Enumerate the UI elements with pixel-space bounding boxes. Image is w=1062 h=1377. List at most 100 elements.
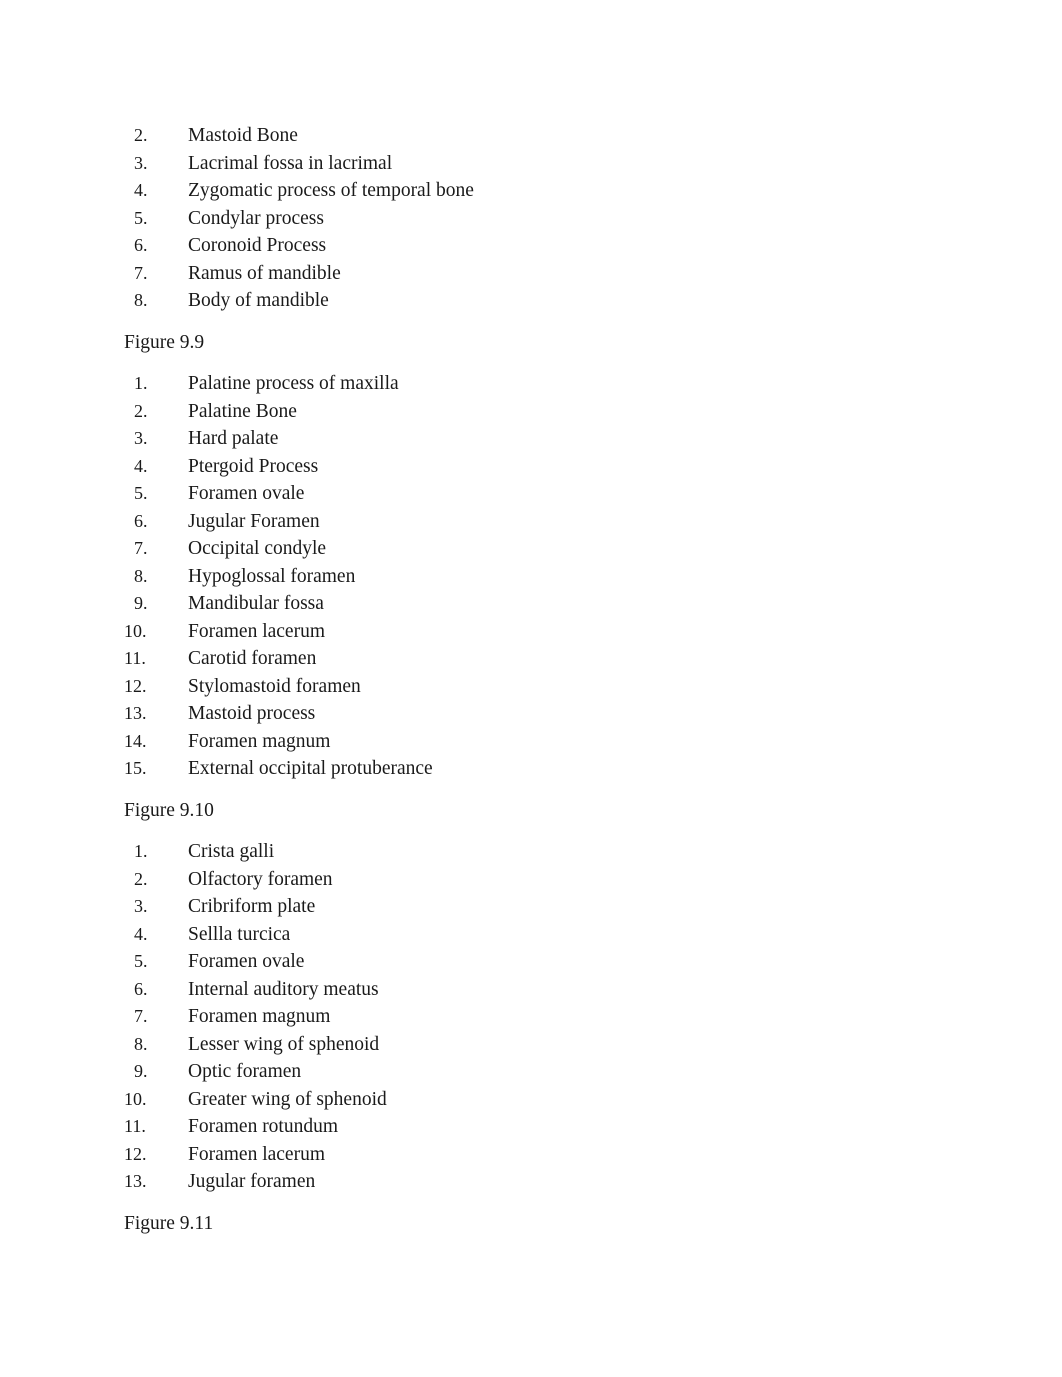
list-item-number: 7. [134,538,148,558]
list-item-number: 5. [134,951,148,971]
list-item-label: Mastoid Bone [188,125,298,146]
list-item-label: Ptergoid Process [188,455,319,477]
list-item: 10. Foramen lacerum [124,618,954,646]
list-item-label: Condylar process [188,207,324,229]
list-item-label: Palatine process of maxilla [188,373,399,394]
list-item-label: Crista galli [188,841,275,862]
list-item-label: Jugular foramen [188,1171,316,1192]
list-item: 7. Foramen magnum [124,1003,954,1031]
list-item-number: 7. [134,262,148,283]
list-item-number: 6. [134,510,148,531]
list-item-label: Foramen magnum [188,730,331,752]
list-item-number: 11. [124,648,146,668]
list-item-number: 6. [134,978,148,999]
list-item-label: Cribriform plate [188,896,316,917]
list-item: 8. Lesser wing of sphenoid [124,1031,954,1059]
list-item: 1. Crista galli [124,838,954,866]
list-item-number: 2. [134,868,148,889]
list-item-label: Greater wing of sphenoid [188,1088,387,1110]
list-item-number: 3. [134,896,148,916]
list-item-label: Stylomastoid foramen [188,675,361,697]
figure-9-9-label: Figure 9.9 [124,331,205,353]
list-item: 6. Internal auditory meatus [124,976,954,1004]
list-item: 10. Greater wing of sphenoid [124,1086,954,1114]
list-item-label: Olfactory foramen [188,868,333,890]
list-item-number: 1. [134,841,148,861]
list-item-label: Hypoglossal foramen [188,565,356,587]
list-item-label: External occipital protuberance [188,758,433,779]
list-item: 5. Condylar process [124,205,954,233]
list-item: 12. Foramen lacerum [124,1141,954,1169]
list-item-number: 2. [134,400,148,421]
list-item: 4. Ptergoid Process [124,453,954,481]
list-item-label: Lacrimal fossa in lacrimal [188,152,393,174]
figure-9-10-label: Figure 9.10 [124,799,214,821]
list-item-number: 5. [134,207,148,228]
figure-9-9-item-list: 1. Palatine process of maxilla 2. Palatine … [124,370,954,783]
list-item: 8. Hypoglossal foramen [124,563,954,591]
list-item: 2. Olfactory foramen [124,866,954,894]
list-item-label: Mastoid process [188,703,316,724]
list-item-number: 8. [134,1033,148,1054]
list-item: 5. Foramen ovale [124,948,954,976]
list-item-number: 13. [124,703,147,723]
list-item: 15. External occipital protuberance [124,755,954,783]
list-item-number: 12. [124,1143,147,1164]
list-item-number: 14. [124,730,147,751]
list-item-number: 11. [124,1116,146,1136]
list-item: 3. Lacrimal fossa in lacrimal [124,150,954,178]
list-item: 3. Cribriform plate [124,893,954,921]
list-item: 1. Palatine process of maxilla [124,370,954,398]
list-item: 3. Hard palate [124,425,954,453]
list-item-label: Optic foramen [188,1061,302,1082]
list-item-label: Zygomatic process of temporal bone [188,180,474,201]
list-item-number: 13. [124,1171,147,1191]
list-item: 4. Sellla turcica [124,921,954,949]
list-item-number: 10. [124,620,147,641]
list-item: 6. Coronoid Process [124,232,954,260]
list-item-label: Coronoid Process [188,235,327,256]
list-item: 4. Zygomatic process of temporal bone [124,177,954,205]
list-item: 2. Palatine Bone [124,398,954,426]
list-item-label: Jugular Foramen [188,510,320,532]
list-item-number: 6. [134,235,148,255]
figure-9-11-label: Figure 9.11 [124,1212,214,1234]
list-item-number: 4. [134,455,148,476]
list-item: 6. Jugular Foramen [124,508,954,536]
list-item-label: Palatine Bone [188,400,297,422]
list-item-label: Foramen ovale [188,483,305,504]
document-page: 2. Mastoid Bone 3. Lacrimal fossa in lacrim… [0,0,1062,1377]
list-item-number: 4. [134,923,148,944]
list-item-number: 15. [124,758,147,778]
list-item: 11. Carotid foramen [124,645,954,673]
list-item-label: Lesser wing of sphenoid [188,1033,380,1055]
list-item-label: Foramen magnum [188,1006,331,1027]
list-item: 12. Stylomastoid foramen [124,673,954,701]
list-item-label: Mandibular fossa [188,593,324,614]
list-item-number: 9. [134,593,148,613]
list-item-label: Carotid foramen [188,648,317,669]
list-item: 5. Foramen ovale [124,480,954,508]
figure-9-8-item-list: 2. Mastoid Bone 3. Lacrimal fossa in lacrim… [124,122,954,315]
list-item: 8. Body of mandible [124,287,954,315]
list-item: 2. Mastoid Bone [124,122,954,150]
list-item-number: 5. [134,483,148,503]
list-item-number: 1. [134,373,148,393]
list-item-label: Foramen lacerum [188,1143,325,1165]
list-item-number: 8. [134,290,148,310]
list-item: 9. Optic foramen [124,1058,954,1086]
list-item-number: 9. [134,1061,148,1081]
list-item: 13. Mastoid process [124,700,954,728]
list-item-label: Foramen ovale [188,951,305,972]
list-item-label: Occipital condyle [188,538,327,559]
list-item-number: 2. [134,125,148,145]
list-item: 9. Mandibular fossa [124,590,954,618]
list-item-number: 4. [134,180,148,200]
list-item-number: 7. [134,1006,148,1026]
list-item-label: Sellla turcica [188,923,291,945]
list-item: 14. Foramen magnum [124,728,954,756]
list-item-label: Ramus of mandible [188,262,341,284]
list-item: 7. Ramus of mandible [124,260,954,288]
figure-9-10-item-list: 1. Crista galli 2. Olfactory foramen 3. Cribr… [124,838,954,1196]
document-body: 2. Mastoid Bone 3. Lacrimal fossa in lacrim… [124,122,954,1251]
